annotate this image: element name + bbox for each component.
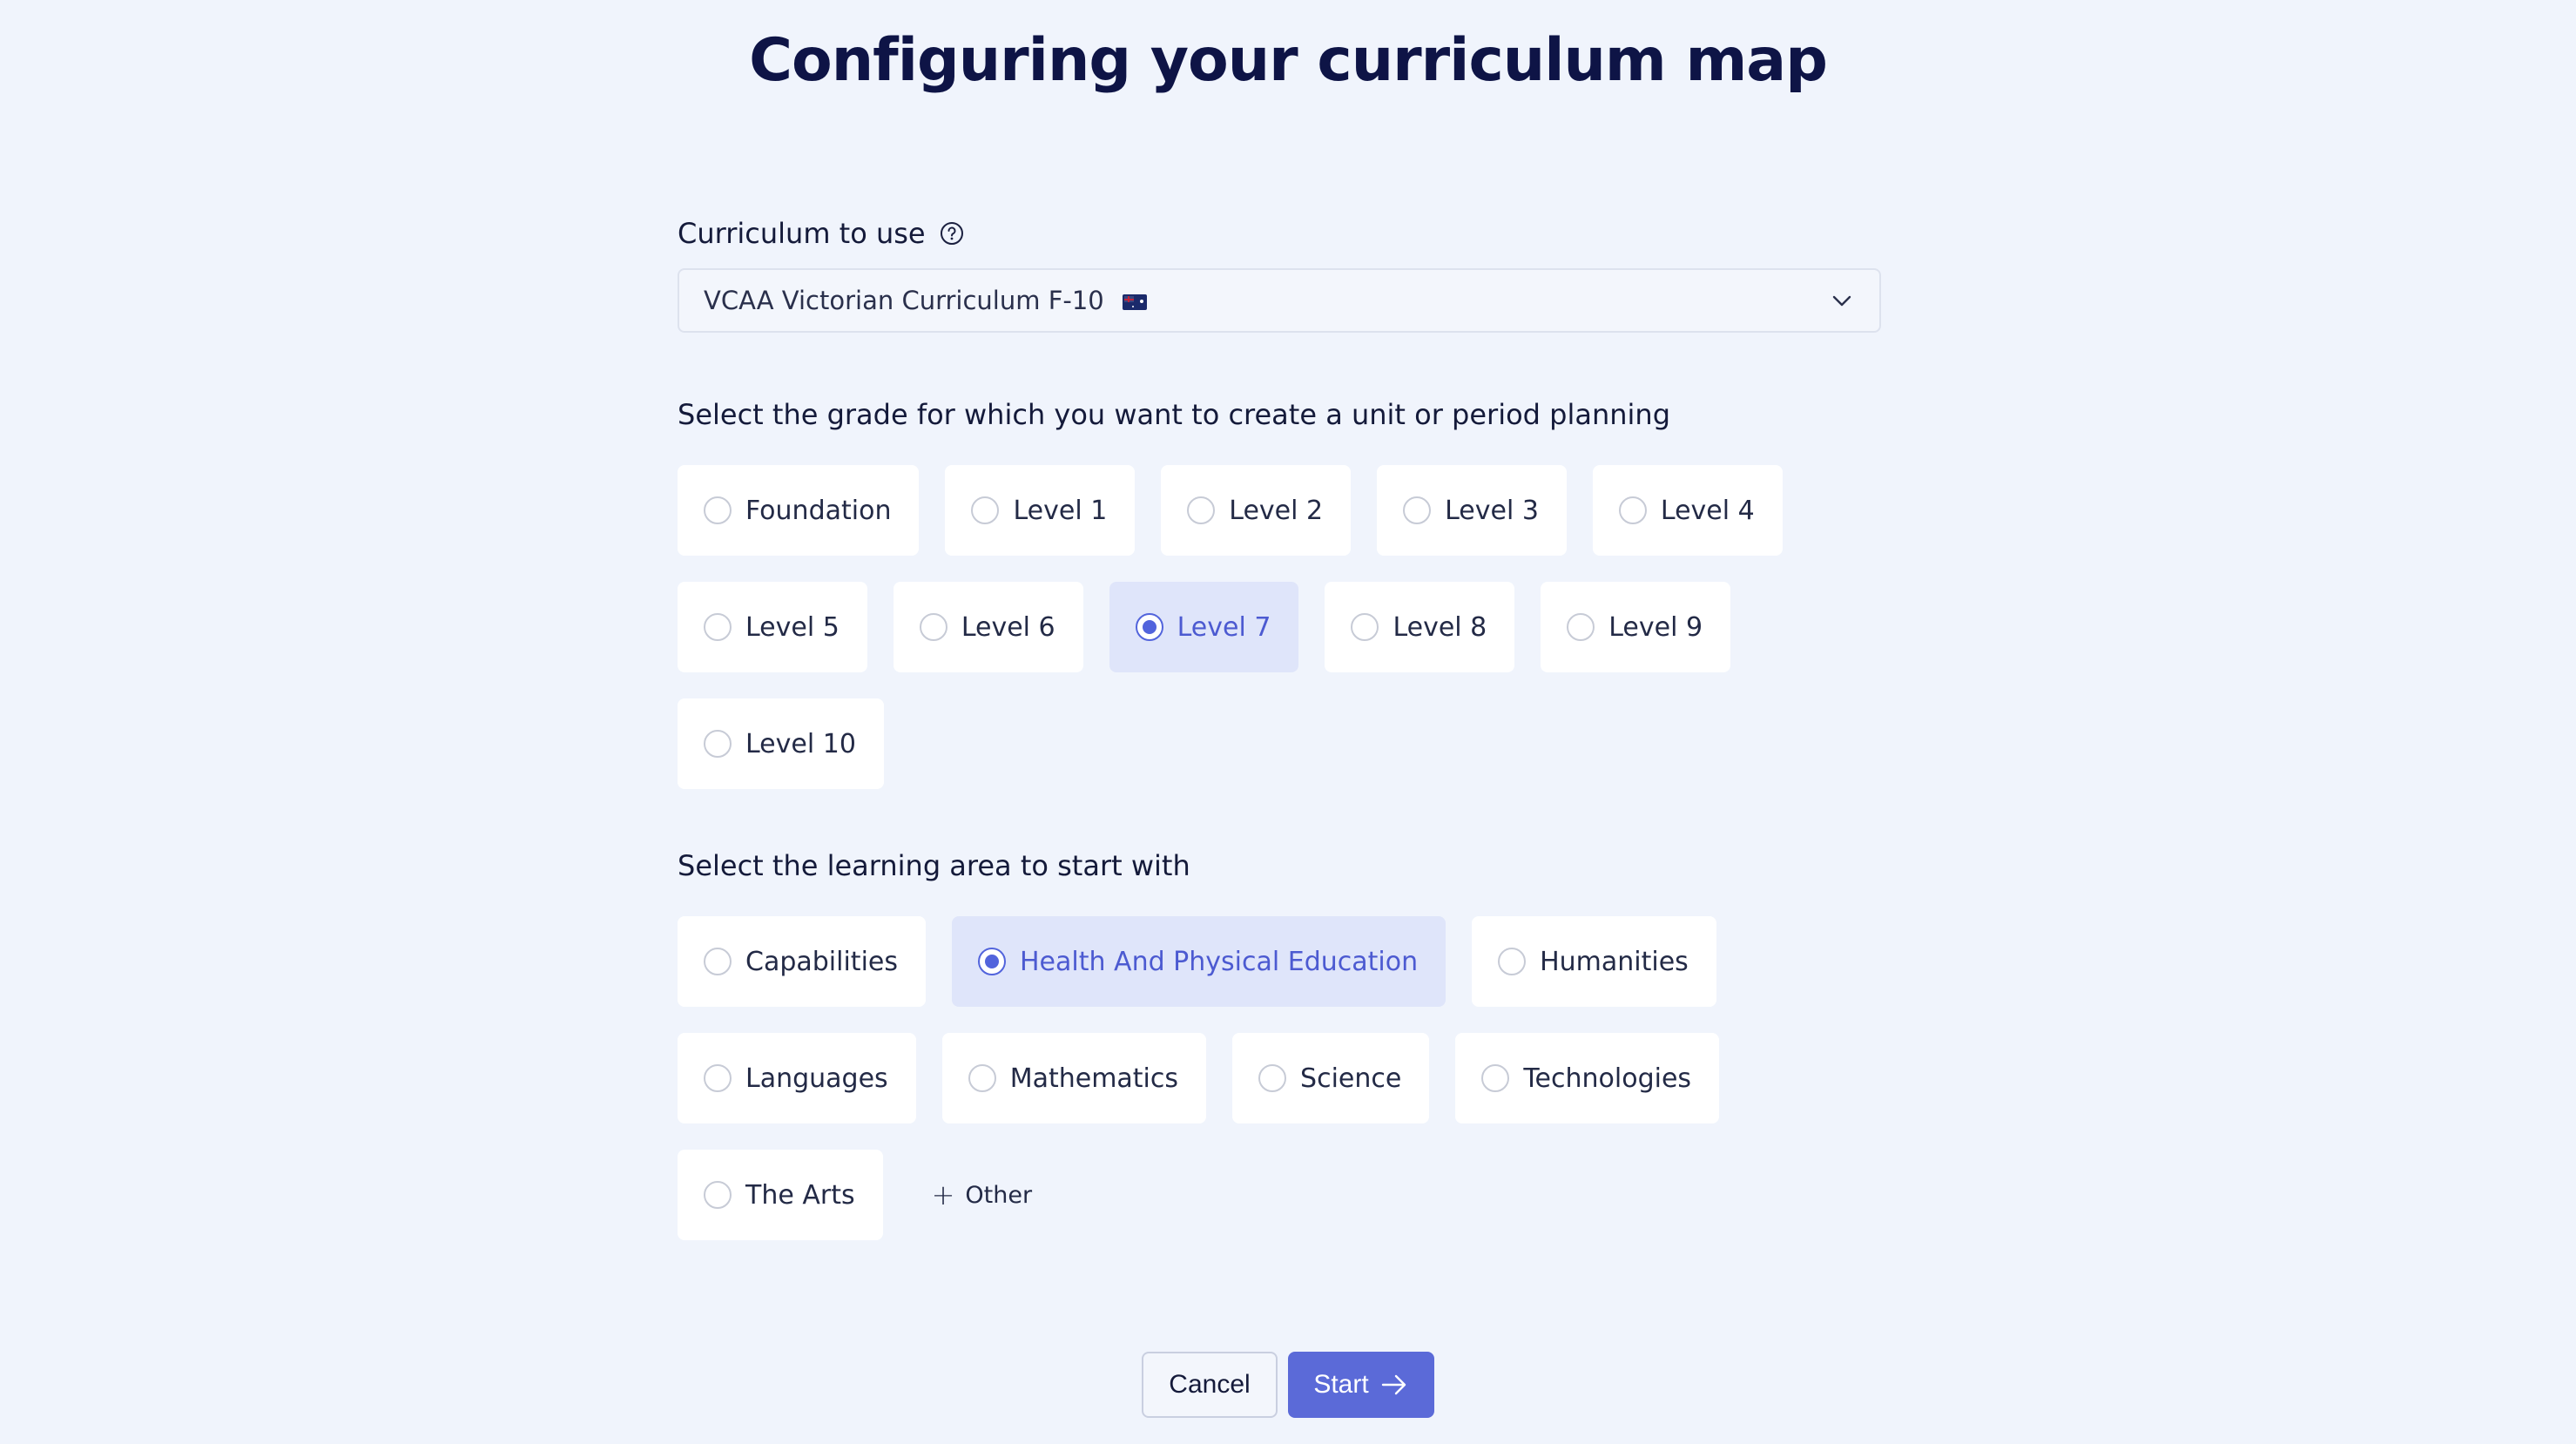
radio-button[interactable] xyxy=(978,948,1006,975)
grade-option-label: Level 2 xyxy=(1229,495,1324,526)
learning-area-option-label: Technologies xyxy=(1523,1063,1692,1094)
radio-button[interactable] xyxy=(704,948,732,975)
learning-area-option-technologies[interactable]: Technologies xyxy=(1455,1033,1720,1123)
start-button[interactable]: Start xyxy=(1288,1352,1434,1418)
grade-option-label: Level 8 xyxy=(1393,611,1487,643)
grade-option-level-4[interactable]: Level 4 xyxy=(1592,465,1783,556)
radio-button[interactable] xyxy=(704,730,732,758)
radio-button[interactable] xyxy=(704,496,732,524)
learning-area-option-label: Health And Physical Education xyxy=(1020,946,1419,977)
radio-button[interactable] xyxy=(704,1181,732,1209)
learning-area-option-label: Humanities xyxy=(1540,946,1689,977)
learning-area-option-capabilities[interactable]: Capabilities xyxy=(678,916,926,1007)
learning-area-option-label: Mathematics xyxy=(1009,1063,1179,1094)
radio-button[interactable] xyxy=(1403,496,1432,524)
learning-area-option-label: Languages xyxy=(745,1063,888,1094)
radio-button[interactable] xyxy=(704,1064,732,1092)
radio-button[interactable] xyxy=(1135,613,1163,641)
grade-option-level-8[interactable]: Level 8 xyxy=(1325,582,1515,672)
grade-option-level-6[interactable]: Level 6 xyxy=(893,582,1083,672)
grade-option-level-7[interactable]: Level 7 xyxy=(1109,582,1299,672)
grade-option-label: Level 9 xyxy=(1608,611,1703,643)
grade-option-label: Level 3 xyxy=(1445,495,1539,526)
add-other-area-button[interactable]: + Other xyxy=(909,1150,1055,1240)
curriculum-label-row: Curriculum to use xyxy=(678,213,1881,254)
grade-option-label: Level 6 xyxy=(961,611,1055,643)
question-circle-icon[interactable] xyxy=(940,221,964,246)
arrow-right-icon xyxy=(1381,1374,1406,1395)
grade-option-label: Level 10 xyxy=(745,728,856,759)
grade-label: Select the grade for which you want to c… xyxy=(678,398,1671,431)
curriculum-select-value: VCAA Victorian Curriculum F-10 xyxy=(704,286,1104,315)
australia-flag-icon xyxy=(1122,294,1147,310)
radio-button[interactable] xyxy=(919,613,947,641)
learning-area-label: Select the learning area to start with xyxy=(678,849,1190,882)
grade-option-label: Level 5 xyxy=(745,611,840,643)
radio-button[interactable] xyxy=(1258,1064,1287,1092)
learning-area-option-health-and-physical-education[interactable]: Health And Physical Education xyxy=(952,916,1446,1007)
radio-button[interactable] xyxy=(1498,948,1527,975)
add-other-area-label: Other xyxy=(965,1181,1033,1209)
grade-option-level-2[interactable]: Level 2 xyxy=(1161,465,1352,556)
learning-area-option-label: The Arts xyxy=(745,1179,855,1211)
grade-option-level-9[interactable]: Level 9 xyxy=(1541,582,1731,672)
plus-icon: + xyxy=(931,1178,955,1211)
learning-area-option-label: Capabilities xyxy=(745,946,898,977)
grade-option-level-5[interactable]: Level 5 xyxy=(678,582,867,672)
radio-button[interactable] xyxy=(1481,1064,1510,1092)
radio-button[interactable] xyxy=(1618,496,1647,524)
curriculum-select[interactable]: VCAA Victorian Curriculum F-10 xyxy=(678,268,1881,333)
learning-area-option-the-arts[interactable]: The Arts xyxy=(678,1150,883,1240)
radio-button[interactable] xyxy=(1187,496,1216,524)
radio-button[interactable] xyxy=(971,496,1000,524)
learning-area-option-label: Science xyxy=(1300,1063,1402,1094)
curriculum-select-value-wrap: VCAA Victorian Curriculum F-10 xyxy=(704,286,1147,315)
start-button-label: Start xyxy=(1313,1370,1369,1399)
configure-curriculum-page: Configuring your curriculum map Curricul… xyxy=(0,0,2576,1444)
configuration-form: Curriculum to use VCAA Victorian Curricu… xyxy=(678,213,1881,1240)
radio-button[interactable] xyxy=(968,1064,996,1092)
radio-button[interactable] xyxy=(704,613,732,641)
learning-area-options: Capabilities Health And Physical Educatio… xyxy=(678,916,1881,1240)
learning-area-option-science[interactable]: Science xyxy=(1232,1033,1430,1123)
grade-option-label: Level 7 xyxy=(1177,611,1271,643)
page-title: Configuring your curriculum map xyxy=(749,26,1828,95)
grade-options: Foundation Level 1 Level 2 Level 3 Level 4 Le… xyxy=(678,465,1881,789)
grade-option-label: Foundation xyxy=(745,495,892,526)
grade-option-level-10[interactable]: Level 10 xyxy=(678,698,884,789)
grade-option-level-1[interactable]: Level 1 xyxy=(945,465,1136,556)
learning-area-option-humanities[interactable]: Humanities xyxy=(1472,916,1716,1007)
radio-button[interactable] xyxy=(1567,613,1595,641)
chevron-down-icon xyxy=(1832,295,1851,307)
form-actions: Cancel Start xyxy=(0,1352,2576,1418)
grade-option-label: Level 1 xyxy=(1013,495,1108,526)
radio-button[interactable] xyxy=(1351,613,1379,641)
grade-option-label: Level 4 xyxy=(1660,495,1755,526)
learning-area-option-languages[interactable]: Languages xyxy=(678,1033,916,1123)
grade-option-level-3[interactable]: Level 3 xyxy=(1377,465,1567,556)
curriculum-label: Curriculum to use xyxy=(678,217,926,250)
cancel-button-label: Cancel xyxy=(1169,1370,1251,1399)
cancel-button[interactable]: Cancel xyxy=(1142,1352,1278,1418)
learning-area-option-mathematics[interactable]: Mathematics xyxy=(941,1033,1207,1123)
grade-option-foundation[interactable]: Foundation xyxy=(678,465,920,556)
